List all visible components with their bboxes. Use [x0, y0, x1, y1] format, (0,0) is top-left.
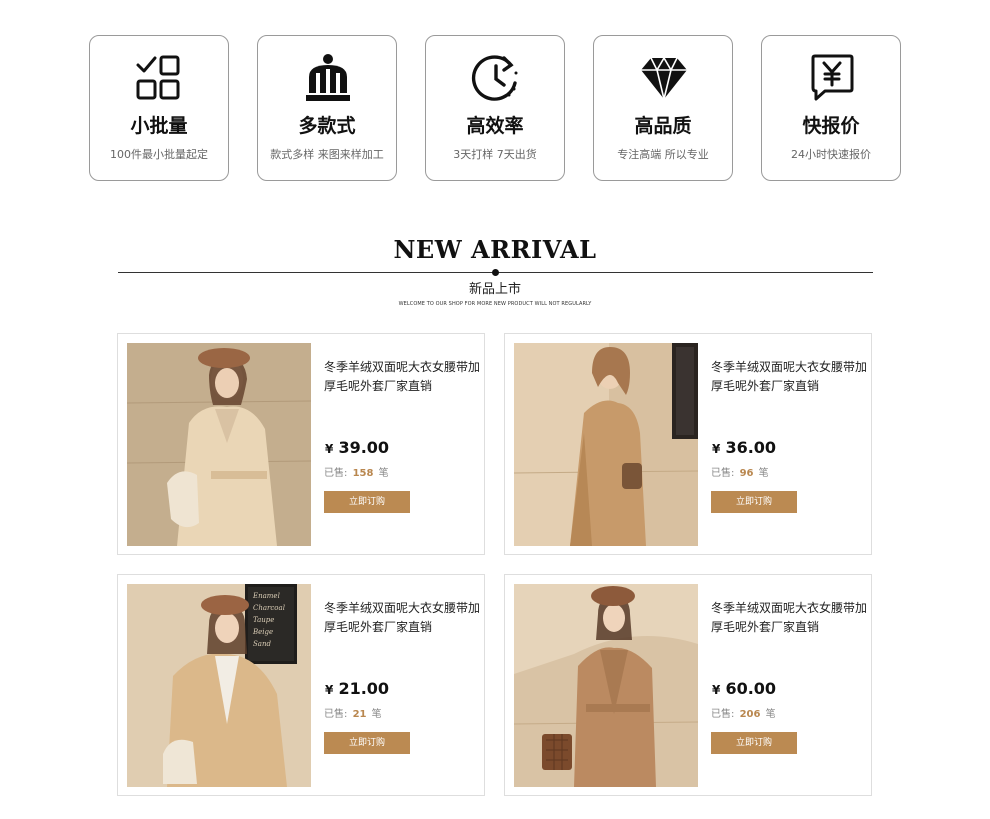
- product-title[interactable]: 冬季羊绒双面呢大衣女腰带加厚毛呢外套厂家直销: [711, 599, 867, 637]
- sold-unit: 笔: [378, 468, 389, 479]
- sold-unit: 笔: [765, 709, 776, 720]
- feature-description: 专注高端 所以专业: [617, 148, 709, 161]
- feature-title: 高效率: [466, 115, 524, 137]
- sold-count: 96: [739, 468, 754, 479]
- product-price: 60.00: [725, 679, 777, 698]
- product-title[interactable]: 冬季羊绒双面呢大衣女腰带加厚毛呢外套厂家直销: [324, 599, 480, 637]
- product-photo[interactable]: Enamel Charcoal Taupe Beige Sand: [127, 584, 311, 787]
- feature-card-efficiency: 高效率 3天打样 7天出货: [425, 35, 565, 181]
- photo-sign-line: Taupe: [253, 616, 274, 624]
- order-now-button[interactable]: 立即订购: [711, 732, 797, 754]
- photo-sign-line: Sand: [253, 640, 271, 648]
- sold-count: 158: [352, 468, 374, 479]
- diamond-icon: [639, 53, 689, 103]
- feature-card-many-styles: 多款式 款式多样 来图来样加工: [257, 35, 397, 181]
- feature-description: 款式多样 来图来样加工: [270, 148, 384, 161]
- sold-info: 已售: 96 笔: [711, 464, 769, 479]
- checklist-grid-icon: [135, 53, 185, 103]
- factory-building-icon: [303, 53, 353, 103]
- sold-unit: 笔: [758, 468, 769, 479]
- sold-info: 已售: 21 笔: [324, 705, 382, 720]
- product-card[interactable]: Enamel Charcoal Taupe Beige Sand 冬季羊绒双面呢…: [117, 574, 485, 796]
- sold-count: 206: [739, 709, 761, 720]
- product-photo[interactable]: [514, 584, 698, 787]
- product-photo[interactable]: [127, 343, 311, 546]
- feature-card-quick-quote: 快报价 24小时快速报价: [761, 35, 901, 181]
- photo-sign-line: Charcoal: [253, 604, 285, 612]
- currency-symbol: ¥: [325, 683, 334, 697]
- product-photo[interactable]: [514, 343, 698, 546]
- sold-label: 已售:: [324, 468, 348, 479]
- feature-card-small-batch: 小批量 100件最小批量起定: [89, 35, 229, 181]
- feature-description: 24小时快速报价: [791, 148, 871, 161]
- feature-description: 3天打样 7天出货: [453, 148, 537, 161]
- price-row: ¥ 36.00: [712, 438, 776, 458]
- yen-chat-icon: [807, 53, 857, 103]
- product-card[interactable]: 冬季羊绒双面呢大衣女腰带加厚毛呢外套厂家直销 ¥ 60.00 已售: 206 笔…: [504, 574, 872, 796]
- sold-label: 已售:: [711, 709, 735, 720]
- order-now-button[interactable]: 立即订购: [324, 491, 410, 513]
- price-row: ¥ 60.00: [712, 679, 776, 699]
- product-title[interactable]: 冬季羊绒双面呢大衣女腰带加厚毛呢外套厂家直销: [324, 358, 480, 396]
- feature-card-quality: 高品质 专注高端 所以专业: [593, 35, 733, 181]
- feature-title: 高品质: [634, 115, 692, 137]
- order-now-button[interactable]: 立即订购: [324, 732, 410, 754]
- section-title: NEW ARRIVAL: [393, 235, 597, 264]
- product-card[interactable]: 冬季羊绒双面呢大衣女腰带加厚毛呢外套厂家直销 ¥ 36.00 已售: 96 笔 …: [504, 333, 872, 555]
- sold-count: 21: [352, 709, 367, 720]
- sold-info: 已售: 206 笔: [711, 705, 776, 720]
- sold-info: 已售: 158 笔: [324, 464, 389, 479]
- currency-symbol: ¥: [712, 442, 721, 456]
- feature-title: 小批量: [130, 115, 188, 137]
- sold-label: 已售:: [324, 709, 348, 720]
- sold-unit: 笔: [371, 709, 382, 720]
- section-subtitle: 新品上市: [468, 282, 521, 297]
- product-title[interactable]: 冬季羊绒双面呢大衣女腰带加厚毛呢外套厂家直销: [711, 358, 867, 396]
- order-now-button[interactable]: 立即订购: [711, 491, 797, 513]
- price-row: ¥ 21.00: [325, 679, 389, 699]
- photo-sign-line: Beige: [252, 628, 273, 636]
- section-divider-dot: [492, 269, 499, 276]
- clock-cycle-icon: [471, 53, 521, 103]
- feature-title: 多款式: [298, 115, 356, 137]
- product-price: 36.00: [725, 438, 777, 457]
- product-price: 21.00: [338, 679, 390, 698]
- section-tagline: WELCOME TO OUR SHOP FOR MORE NEW PRODUCT…: [398, 301, 592, 307]
- price-row: ¥ 39.00: [325, 438, 389, 458]
- photo-sign-line: Enamel: [252, 592, 280, 600]
- feature-description: 100件最小批量起定: [110, 148, 208, 161]
- sold-label: 已售:: [711, 468, 735, 479]
- currency-symbol: ¥: [712, 683, 721, 697]
- feature-title: 快报价: [802, 115, 860, 137]
- product-price: 39.00: [338, 438, 390, 457]
- product-card[interactable]: 冬季羊绒双面呢大衣女腰带加厚毛呢外套厂家直销 ¥ 39.00 已售: 158 笔…: [117, 333, 485, 555]
- currency-symbol: ¥: [325, 442, 334, 456]
- features-row: 小批量 100件最小批量起定 多款式 款式多样 来图来样加工 高效率 3天打样 …: [89, 35, 901, 181]
